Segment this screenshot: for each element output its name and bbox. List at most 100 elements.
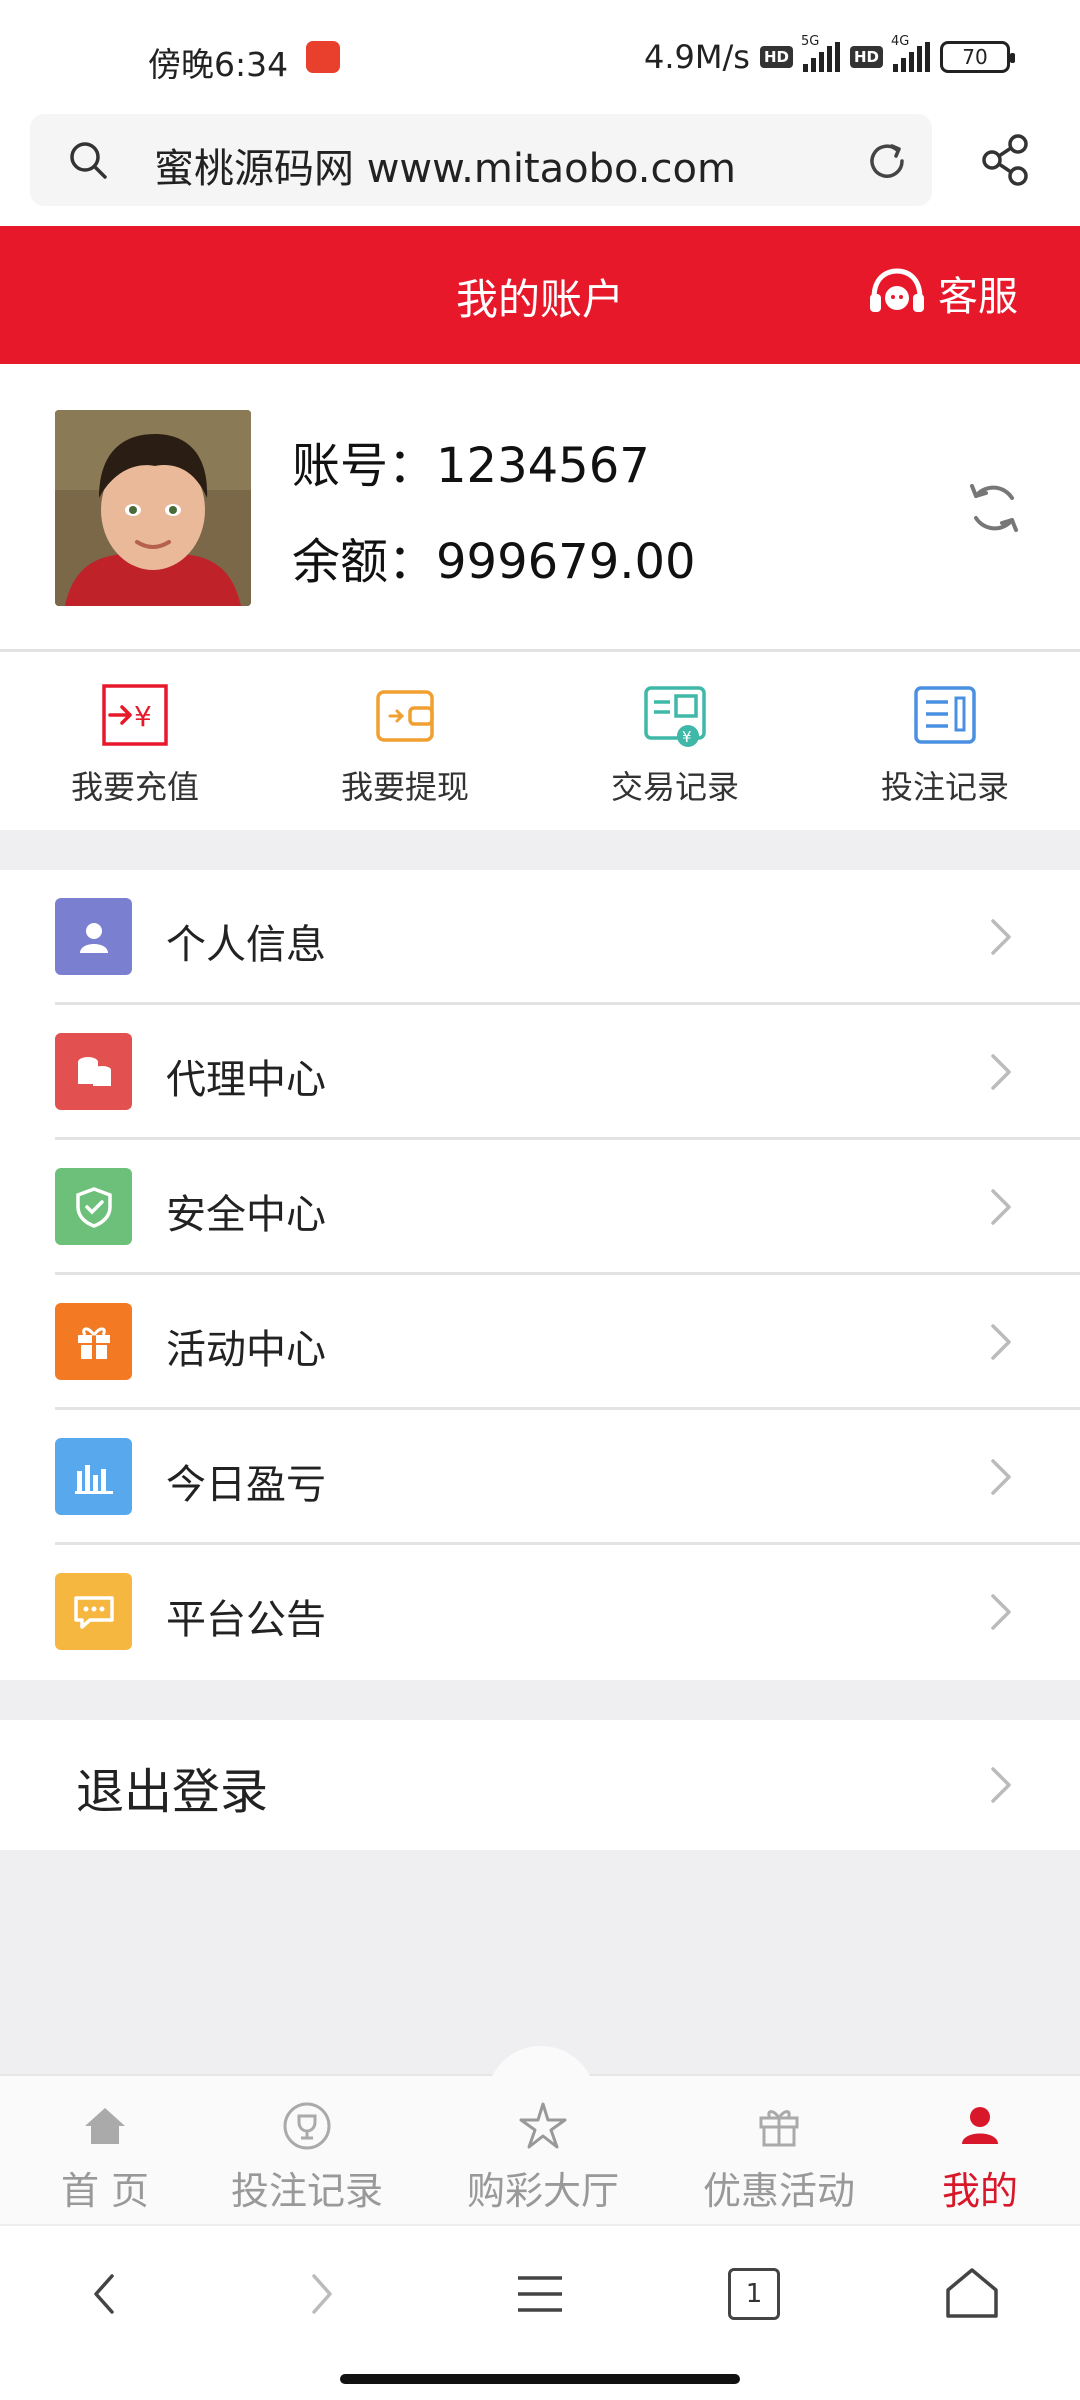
page-header: 我的账户 客服 bbox=[0, 226, 1080, 364]
nav-label: 购彩大厅 bbox=[466, 2169, 619, 2213]
home-icon bbox=[85, 2108, 125, 2144]
chevron-right-icon bbox=[991, 1189, 1011, 1225]
status-bar: 傍晚6:34 4.9M/s HD 5G HD 4G 70 bbox=[0, 0, 1080, 110]
chevron-right-icon bbox=[991, 1767, 1011, 1803]
nav-label: 投注记录 bbox=[230, 2169, 383, 2213]
chevron-right-icon bbox=[991, 1324, 1011, 1360]
signal-5g-icon: 5G bbox=[801, 34, 840, 72]
action-bet-records[interactable]: 投注记录 bbox=[810, 652, 1080, 830]
refresh-balance-icon[interactable] bbox=[964, 478, 1024, 538]
chevron-right-icon bbox=[991, 919, 1011, 955]
customer-service-label: 客服 bbox=[938, 274, 1018, 320]
section-divider bbox=[0, 1680, 1080, 1720]
action-withdraw[interactable]: 我要提现 bbox=[270, 652, 540, 830]
svg-text:¥: ¥ bbox=[134, 700, 152, 733]
section-divider bbox=[0, 830, 1080, 870]
url-text: 蜜桃源码网 www.mitaobo.com bbox=[154, 146, 736, 192]
gift-icon bbox=[759, 2110, 799, 2147]
bottom-navigation: 首 页 投注记录 购彩大厅 优惠活动 我的 bbox=[0, 2046, 1080, 2226]
url-field[interactable]: 蜜桃源码网 www.mitaobo.com bbox=[30, 114, 932, 206]
nav-home[interactable]: 首 页 bbox=[45, 2076, 165, 2226]
nav-label: 首 页 bbox=[60, 2169, 150, 2213]
nav-promotions[interactable]: 优惠活动 bbox=[694, 2076, 864, 2226]
menu-item-label: 平台公告 bbox=[166, 1597, 326, 1643]
signal-4g-icon: 4G bbox=[891, 34, 930, 72]
menu-item-security-center[interactable]: 安全中心 bbox=[0, 1140, 1080, 1275]
menu-icon[interactable] bbox=[510, 2264, 570, 2324]
headset-icon bbox=[870, 268, 924, 312]
action-deposit[interactable]: ¥ 我要充值 bbox=[0, 652, 270, 830]
chevron-right-icon bbox=[991, 1459, 1011, 1495]
menu-item-label: 安全中心 bbox=[166, 1192, 326, 1238]
person-icon bbox=[55, 898, 132, 975]
tabs-icon[interactable]: 1 bbox=[728, 2268, 780, 2320]
menu-item-announcements[interactable]: 平台公告 bbox=[0, 1545, 1080, 1680]
menu-item-label: 活动中心 bbox=[166, 1327, 326, 1373]
action-label: 交易记录 bbox=[610, 768, 739, 806]
wallet-icon bbox=[376, 690, 434, 742]
nav-label: 优惠活动 bbox=[702, 2169, 855, 2213]
chevron-right-icon bbox=[991, 1594, 1011, 1630]
browser-toolbar: 1 bbox=[0, 2224, 1080, 2400]
account-value: 1234567 bbox=[436, 438, 650, 494]
balance-label: 余额： bbox=[292, 534, 437, 590]
hd-badge-2: HD bbox=[849, 46, 883, 68]
quick-actions: ¥ 我要充值 我要提现 ¥ 交易记录 投注记录 bbox=[0, 652, 1080, 830]
reload-icon[interactable] bbox=[866, 140, 908, 182]
balance-value: 999679.00 bbox=[436, 534, 696, 590]
menu-list: 个人信息 代理中心 安全中心 活动中心 今日盈亏 平台公告 bbox=[0, 870, 1080, 1680]
shield-icon bbox=[55, 1168, 132, 1245]
network-speed: 4.9M/s bbox=[644, 38, 750, 76]
nav-bet-records[interactable]: 投注记录 bbox=[222, 2076, 392, 2226]
action-label: 我要提现 bbox=[340, 768, 469, 806]
share-icon[interactable] bbox=[978, 132, 1034, 188]
action-label: 投注记录 bbox=[880, 768, 1009, 806]
search-icon bbox=[70, 142, 107, 179]
chevron-right-icon bbox=[991, 1054, 1011, 1090]
profile-card: 账号：1234567 余额：999679.00 bbox=[0, 364, 1080, 652]
svg-text:¥: ¥ bbox=[682, 728, 692, 746]
logout-label: 退出登录 bbox=[76, 1764, 269, 1820]
avatar bbox=[55, 410, 251, 606]
trophy-icon bbox=[283, 2102, 331, 2150]
menu-item-daily-profit[interactable]: 今日盈亏 bbox=[0, 1410, 1080, 1545]
nav-lottery-hall[interactable]: 购彩大厅 bbox=[458, 2076, 628, 2226]
customer-service-button[interactable]: 客服 bbox=[868, 264, 1018, 322]
back-icon[interactable] bbox=[76, 2264, 136, 2324]
app-notification-icon bbox=[306, 41, 340, 73]
menu-item-label: 代理中心 bbox=[166, 1057, 326, 1103]
battery-level: 70 bbox=[962, 45, 988, 69]
deposit-icon: ¥ bbox=[102, 684, 168, 746]
status-time: 傍晚6:34 bbox=[148, 45, 289, 84]
page-background bbox=[0, 1850, 1080, 2074]
balance-line: 余额：999679.00 bbox=[292, 522, 696, 592]
forward-icon[interactable] bbox=[290, 2264, 350, 2324]
coins-icon bbox=[55, 1033, 132, 1110]
logout-button[interactable]: 退出登录 bbox=[0, 1720, 1080, 1850]
user-icon bbox=[962, 2107, 998, 2144]
star-icon bbox=[519, 2102, 567, 2149]
gesture-bar bbox=[340, 2374, 740, 2384]
battery-icon: 70 bbox=[940, 41, 1015, 73]
gift-icon bbox=[55, 1303, 132, 1380]
account-label: 账号： bbox=[292, 438, 437, 494]
menu-item-activity-center[interactable]: 活动中心 bbox=[0, 1275, 1080, 1410]
signal-5g-label: 5G bbox=[800, 34, 820, 49]
menu-item-label: 今日盈亏 bbox=[166, 1462, 326, 1508]
home-icon[interactable] bbox=[942, 2264, 1002, 2324]
menu-item-personal-info[interactable]: 个人信息 bbox=[0, 870, 1080, 1005]
status-right: 4.9M/s HD 5G HD 4G 70 bbox=[644, 34, 1015, 76]
hd-badge: HD bbox=[759, 46, 793, 68]
action-label: 我要充值 bbox=[70, 768, 199, 806]
account-line: 账号：1234567 bbox=[292, 426, 650, 496]
nav-mine[interactable]: 我的 bbox=[920, 2076, 1040, 2226]
action-transactions[interactable]: ¥ 交易记录 bbox=[540, 652, 810, 830]
tab-count: 1 bbox=[745, 2279, 763, 2309]
bet-record-icon bbox=[914, 686, 976, 744]
transaction-icon: ¥ bbox=[644, 686, 706, 747]
nav-label: 我的 bbox=[941, 2169, 1018, 2213]
menu-item-agent-center[interactable]: 代理中心 bbox=[0, 1005, 1080, 1140]
browser-address-bar: 蜜桃源码网 www.mitaobo.com bbox=[0, 110, 1080, 220]
message-icon bbox=[55, 1573, 132, 1650]
signal-4g-label: 4G bbox=[891, 34, 910, 49]
